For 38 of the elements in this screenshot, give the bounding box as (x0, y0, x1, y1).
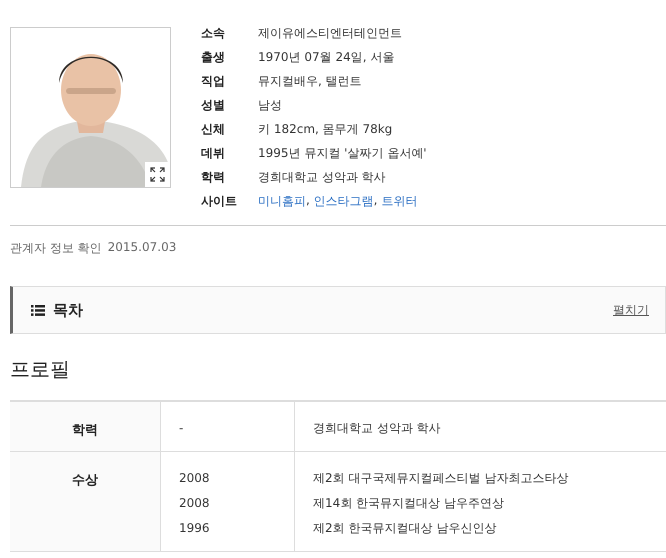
row-header: 수상 (10, 452, 161, 552)
year-cell-text: 2008 (179, 496, 211, 511)
expand-link[interactable]: 펼치기 (613, 302, 649, 318)
year-cell-text: 2008 (179, 471, 211, 486)
info-label: 소속 (201, 24, 226, 42)
verified-date: 2015.07.03 (108, 240, 176, 256)
section-title: 프로필 (10, 356, 71, 383)
verified-label: 관계자 정보 확인 (10, 240, 102, 257)
toc-title: 목차 (53, 300, 83, 320)
info-value: 제이유에스티엔터테인먼트 (258, 24, 403, 42)
info-label: 데뷔 (201, 144, 226, 162)
expand-icon (150, 167, 165, 182)
info-label: 직업 (201, 72, 226, 90)
expand-button[interactable] (145, 162, 170, 187)
site-link[interactable]: 트위터 (381, 192, 418, 210)
info-label: 사이트 (201, 192, 238, 210)
info-value: 경희대학교 성악과 학사 (258, 168, 387, 186)
info-label: 성별 (201, 96, 226, 114)
info-label: 학력 (201, 168, 226, 186)
site-link[interactable]: 미니홈피 (258, 192, 306, 210)
detail-cell-text: 제14회 한국뮤지컬대상 남우주연상 (313, 496, 505, 511)
info-value: 뮤지컬배우, 탤런트 (258, 72, 363, 90)
info-value: 남성 (258, 96, 283, 114)
detail-cell-text: 제2회 대구국제뮤지컬페스티벌 남자최고스타상 (313, 471, 570, 486)
list-icon (31, 304, 45, 316)
row-header: 학력 (10, 402, 161, 452)
separator: , (306, 192, 311, 208)
info-label: 신체 (201, 120, 226, 138)
detail-cell-text: 경희대학교 성악과 학사 (313, 421, 442, 436)
year-cell-text: 1996 (179, 521, 211, 536)
info-label: 출생 (201, 48, 226, 66)
info-value: 1995년 뮤지컬 '살짜기 옵서예' (258, 144, 427, 162)
separator: , (374, 192, 378, 208)
site-link[interactable]: 인스타그램 (314, 192, 374, 210)
info-value: 키 182cm, 몸무게 78kg (258, 120, 394, 138)
detail-cell-text: 제2회 한국뮤지컬대상 남우신인상 (313, 521, 498, 536)
info-value: 1970년 07월 24일, 서울 (258, 48, 396, 66)
year-cell-text: - (179, 421, 184, 436)
